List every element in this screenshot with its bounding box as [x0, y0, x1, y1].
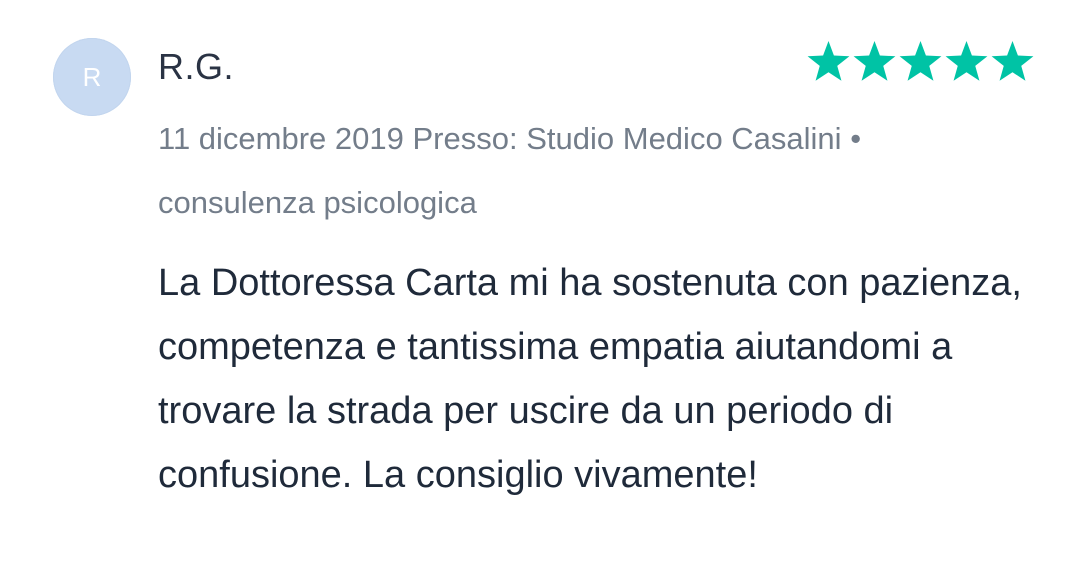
star-icon [944, 40, 989, 84]
rating-stars [806, 40, 1035, 84]
author-name: R.G. [158, 46, 235, 87]
review-date: 11 dicembre 2019 [158, 121, 404, 156]
avatar-initial: R [82, 61, 102, 92]
review-text: La Dottoressa Carta mi ha sostenuta con … [158, 262, 1022, 496]
service-name: consulenza psicologica [158, 185, 477, 220]
location-name: Studio Medico Casalini [526, 121, 842, 156]
location-label: Presso: [412, 121, 518, 156]
star-icon [852, 40, 897, 84]
star-icon [898, 40, 943, 84]
star-icon [990, 40, 1035, 84]
avatar: R [53, 38, 131, 116]
meta-separator: • [850, 121, 862, 156]
star-icon [806, 40, 851, 84]
review-meta: 11 dicembre 2019 Presso: Studio Medico C… [158, 107, 1018, 235]
review-card: R R.G. 11 dicembre 2019 Presso: Studio M… [0, 0, 1080, 587]
